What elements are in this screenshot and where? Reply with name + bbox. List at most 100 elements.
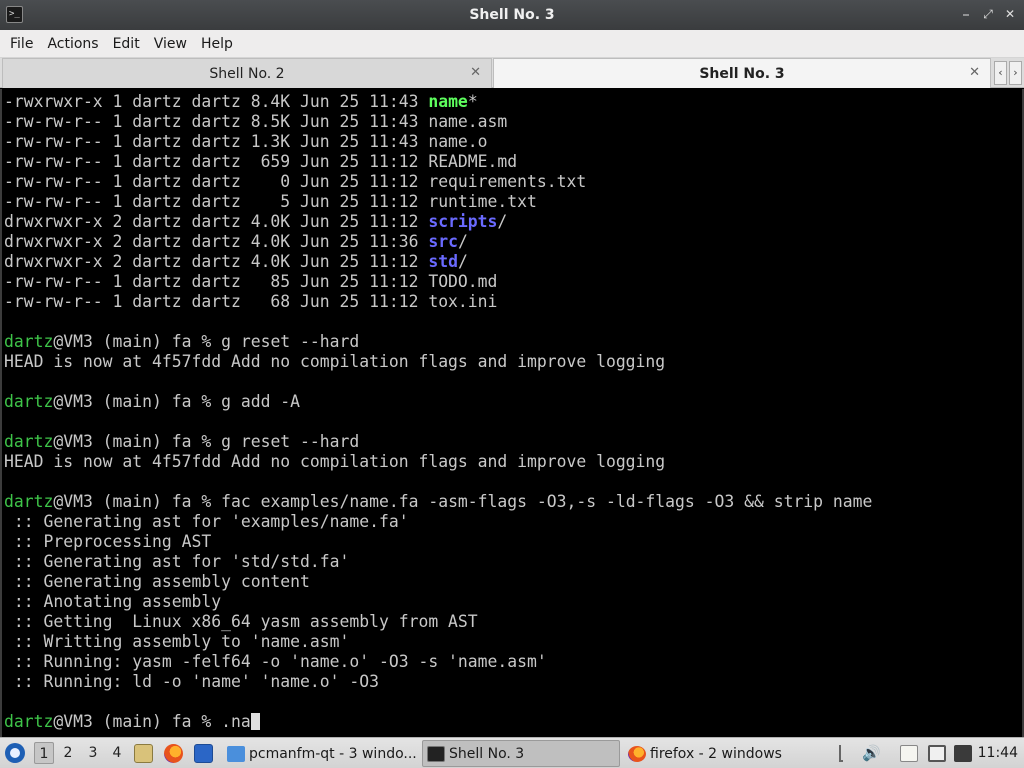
terminal-text: -rw-rw-r-- 1 dartz dartz 85 Jun 25 11:12… — [4, 272, 498, 291]
minimize-icon[interactable]: ⎯ — [958, 6, 974, 22]
terminal-text: :: Generating assembly content — [4, 572, 310, 591]
terminal-text: -rw-rw-r-- 1 dartz dartz 5 Jun 25 11:12 … — [4, 192, 537, 211]
terminal-line: :: Anotating assembly — [4, 592, 872, 612]
task-pcmanfm[interactable]: pcmanfm-qt - 3 windo... — [223, 740, 418, 767]
terminal-line: -rw-rw-r-- 1 dartz dartz 659 Jun 25 11:1… — [4, 152, 872, 172]
terminal-text: -rw-rw-r-- 1 dartz dartz 0 Jun 25 11:12 … — [4, 172, 587, 191]
terminal-line: HEAD is now at 4f57fdd Add no compilatio… — [4, 352, 872, 372]
terminal-text: / — [457, 252, 468, 271]
window-titlebar[interactable]: >_ Shell No. 3 ⎯ ⤢ ✕ — [0, 0, 1024, 30]
tab-shell-3[interactable]: Shell No. 3 ✕ — [493, 58, 991, 88]
terminal-text: drwxrwxr-x 2 dartz dartz 4.0K Jun 25 11:… — [4, 232, 429, 251]
task-label: pcmanfm-qt - 3 windo... — [249, 745, 417, 762]
terminal-text: HEAD is now at 4f57fdd Add no compilatio… — [4, 352, 666, 371]
task-shell-3[interactable]: Shell No. 3 — [422, 740, 620, 767]
terminal-line: dartz@VM3 (main) fa % g add -A — [4, 392, 872, 412]
terminal-text: :: Running: ld -o 'name' 'name.o' -O3 — [4, 672, 379, 691]
terminal-text: :: Anotating assembly — [4, 592, 222, 611]
tab-shell-2[interactable]: Shell No. 2 ✕ — [2, 58, 492, 88]
file-entry-highlight: src — [428, 232, 458, 251]
prompt-user: dartz — [4, 392, 54, 411]
menu-edit[interactable]: Edit — [106, 30, 147, 58]
terminal-text: :: Generating ast for 'std/std.fa' — [4, 552, 350, 571]
tab-label: Shell No. 3 — [699, 65, 785, 82]
taskbar: 1 2 3 4 pcmanfm-qt - 3 windo... Shell No… — [0, 737, 1024, 768]
tab-label: Shell No. 2 — [209, 65, 285, 82]
firefox-launcher-icon[interactable] — [164, 744, 183, 763]
tab-close-icon[interactable]: ✕ — [470, 65, 481, 80]
prompt-user: dartz — [4, 432, 54, 451]
menu-help[interactable]: Help — [194, 30, 240, 58]
task-firefox[interactable]: firefox - 2 windows — [624, 740, 829, 767]
terminal-text: :: Running: yasm -felf64 -o 'name.o' -O3… — [4, 652, 547, 671]
terminal-output: -rwxrwxr-x 1 dartz dartz 8.4K Jun 25 11:… — [4, 92, 872, 732]
network-icon[interactable] — [954, 745, 972, 762]
terminal-text: @VM3 (main) fa % g add -A — [53, 392, 301, 411]
menu-view[interactable]: View — [147, 30, 194, 58]
file-manager-launcher-icon[interactable] — [134, 744, 153, 763]
terminal-line: dartz@VM3 (main) fa % g reset --hard — [4, 432, 872, 452]
show-desktop-icon[interactable] — [194, 744, 213, 763]
prompt-user: dartz — [4, 712, 54, 731]
terminal-text: -rw-rw-r-- 1 dartz dartz 8.5K Jun 25 11:… — [4, 112, 508, 131]
terminal-text: drwxrwxr-x 2 dartz dartz 4.0K Jun 25 11:… — [4, 212, 429, 231]
terminal-text: @VM3 (main) fa % .na — [53, 712, 251, 731]
terminal-text: :: Writting assembly to 'name.asm' — [4, 632, 350, 651]
desktop-4-button[interactable]: 4 — [107, 742, 127, 764]
terminal-line: :: Generating ast for 'std/std.fa' — [4, 552, 872, 572]
desktop-2-button[interactable]: 2 — [58, 742, 78, 764]
window-title: Shell No. 3 — [469, 7, 555, 23]
terminal-line: -rw-rw-r-- 1 dartz dartz 1.3K Jun 25 11:… — [4, 132, 872, 152]
terminal-line: :: Running: ld -o 'name' 'name.o' -O3 — [4, 672, 872, 692]
task-label: firefox - 2 windows — [650, 745, 782, 762]
tab-scroll-left-icon[interactable]: ‹ — [994, 61, 1007, 85]
terminal-line: :: Writting assembly to 'name.asm' — [4, 632, 872, 652]
firefox-icon — [628, 745, 646, 762]
terminal-text: @VM3 (main) fa % g reset --hard — [53, 432, 360, 451]
terminal-text: drwxrwxr-x 2 dartz dartz 4.0K Jun 25 11:… — [4, 252, 429, 271]
terminal-line: -rwxrwxr-x 1 dartz dartz 8.4K Jun 25 11:… — [4, 92, 872, 112]
task-label: Shell No. 3 — [449, 745, 525, 762]
terminal-line: HEAD is now at 4f57fdd Add no compilatio… — [4, 452, 872, 472]
terminal-text: :: Getting Linux x86_64 yasm assembly fr… — [4, 612, 478, 631]
terminal-text: -rw-rw-r-- 1 dartz dartz 659 Jun 25 11:1… — [4, 152, 518, 171]
terminal-line: drwxrwxr-x 2 dartz dartz 4.0K Jun 25 11:… — [4, 212, 872, 232]
terminal-text: * — [467, 92, 478, 111]
terminal-text: :: Generating ast for 'examples/name.fa' — [4, 512, 409, 531]
volume-icon[interactable]: 🔊 — [862, 745, 881, 762]
desktop-1-button[interactable]: 1 — [34, 742, 54, 764]
terminal-line: :: Running: yasm -felf64 -o 'name.o' -O3… — [4, 652, 872, 672]
clock[interactable]: 11:44 — [978, 738, 1018, 768]
tab-close-icon[interactable]: ✕ — [969, 65, 980, 80]
menu-actions[interactable]: Actions — [40, 30, 105, 58]
terminal-line: -rw-rw-r-- 1 dartz dartz 0 Jun 25 11:12 … — [4, 172, 872, 192]
prompt-user: dartz — [4, 332, 54, 351]
tab-scroll-right-icon[interactable]: › — [1009, 61, 1022, 85]
terminal-line: :: Generating ast for 'examples/name.fa' — [4, 512, 872, 532]
folder-icon — [227, 745, 245, 762]
menu-bar: File Actions Edit View Help — [0, 30, 1024, 58]
start-menu-icon[interactable] — [5, 743, 25, 763]
terminal-text: -rw-rw-r-- 1 dartz dartz 68 Jun 25 11:12… — [4, 292, 498, 311]
clipboard-icon[interactable] — [900, 745, 918, 762]
menu-file[interactable]: File — [3, 30, 40, 58]
terminal-line: dartz@VM3 (main) fa % g reset --hard — [4, 332, 872, 352]
desktop-3-button[interactable]: 3 — [83, 742, 103, 764]
tab-bar: Shell No. 2 ✕ Shell No. 3 ✕ ‹ › — [0, 58, 1024, 88]
terminal-line: drwxrwxr-x 2 dartz dartz 4.0K Jun 25 11:… — [4, 252, 872, 272]
terminal-line: :: Getting Linux x86_64 yasm assembly fr… — [4, 612, 872, 632]
terminal-line: -rw-rw-r-- 1 dartz dartz 68 Jun 25 11:12… — [4, 292, 872, 312]
terminal-icon — [427, 745, 445, 762]
display-icon[interactable] — [928, 745, 946, 762]
terminal-view[interactable]: -rwxrwxr-x 1 dartz dartz 8.4K Jun 25 11:… — [0, 89, 1024, 737]
file-entry-highlight: std — [428, 252, 458, 271]
close-icon[interactable]: ✕ — [1002, 6, 1018, 22]
terminal-text: / — [457, 232, 468, 251]
maximize-icon[interactable]: ⤢ — [980, 6, 996, 22]
terminal-line: dartz@VM3 (main) fa % fac examples/name.… — [4, 492, 872, 512]
terminal-line: -rw-rw-r-- 1 dartz dartz 85 Jun 25 11:12… — [4, 272, 872, 292]
